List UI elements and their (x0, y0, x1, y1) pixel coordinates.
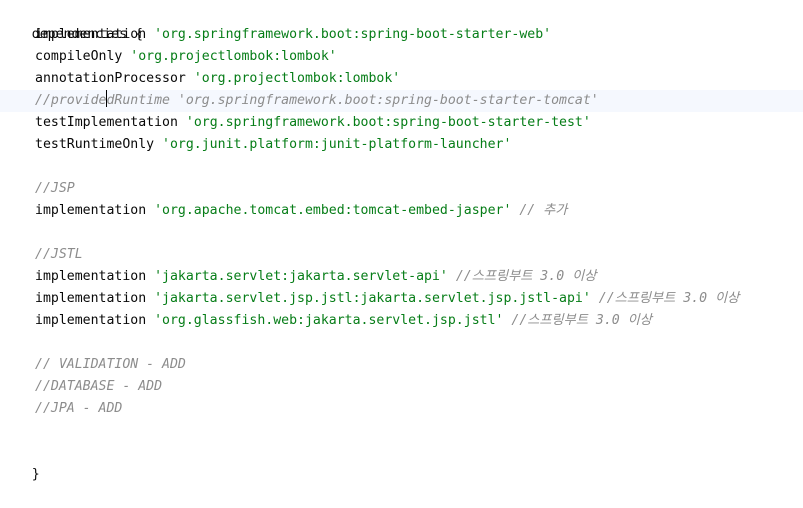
dependency-method: testImplementation (35, 115, 178, 130)
code-line[interactable]: implementation 'org.glassfish.web:jakart… (0, 310, 803, 332)
code-line[interactable]: //JSTL (0, 244, 803, 266)
code-line[interactable]: compileOnly 'org.projectlombok:lombok' (0, 46, 803, 68)
code-line[interactable]: implementation 'jakarta.servlet:jakarta.… (0, 266, 803, 288)
dependency-method: implementation (35, 27, 147, 42)
dependency-method: implementation (35, 269, 147, 284)
code-line[interactable]: annotationProcessor 'org.projectlombok:l… (0, 68, 803, 90)
code-line[interactable]: // VALIDATION - ADD (0, 354, 803, 376)
code-line[interactable]: implementation 'jakarta.servlet.jsp.jstl… (0, 288, 803, 310)
dependency-method: compileOnly (35, 49, 123, 64)
code-editor[interactable]: dependencies { implementation 'org.sprin… (0, 0, 803, 482)
code-line[interactable]: //DATABASE - ADD (0, 376, 803, 398)
line-comment: dRuntime 'org.springframework.boot:sprin… (106, 93, 599, 108)
dependency-string: 'org.junit.platform:junit-platform-launc… (162, 137, 512, 152)
dependency-method: implementation (35, 291, 147, 306)
dependency-string: 'org.projectlombok:lombok' (193, 71, 401, 86)
line-comment: // 추가 (519, 203, 568, 218)
block-close: } (31, 467, 40, 482)
code-line[interactable]: //JPA - ADD (0, 398, 803, 420)
line-comment: //스프링부트 3.0 이상 (598, 291, 740, 306)
dependency-string: 'org.springframework.boot:spring-boot-st… (154, 27, 552, 42)
dependency-method: implementation (35, 203, 147, 218)
dependency-string: 'org.glassfish.web:jakarta.servlet.jsp.j… (154, 313, 504, 328)
dependency-string: 'org.apache.tomcat.embed:tomcat-embed-ja… (154, 203, 512, 218)
line-comment: //provide (35, 93, 107, 108)
line-comment: //JSP (35, 181, 75, 196)
code-line-current[interactable]: //providedRuntime 'org.springframework.b… (0, 90, 803, 112)
dependency-string: 'org.springframework.boot:spring-boot-st… (185, 115, 591, 130)
line-comment: //JSTL (35, 247, 83, 262)
code-line[interactable]: } (0, 442, 803, 482)
dependency-method: implementation (35, 313, 147, 328)
dependency-method: annotationProcessor (35, 71, 186, 86)
code-line[interactable]: implementation 'org.apache.tomcat.embed:… (0, 200, 803, 222)
line-comment: //DATABASE - ADD (35, 379, 163, 394)
code-line[interactable]: dependencies { (0, 2, 803, 42)
dependency-string: 'jakarta.servlet:jakarta.servlet-api' (154, 269, 448, 284)
dependency-string: 'jakarta.servlet.jsp.jstl:jakarta.servle… (154, 291, 591, 306)
line-comment: //스프링부트 3.0 이상 (511, 313, 652, 328)
dependency-string: 'org.projectlombok:lombok' (130, 49, 337, 64)
code-line[interactable]: testRuntimeOnly 'org.junit.platform:juni… (0, 134, 803, 156)
line-comment: //JPA - ADD (35, 401, 123, 416)
code-line[interactable]: implementation 'org.springframework.boot… (0, 24, 803, 46)
code-line[interactable]: testImplementation 'org.springframework.… (0, 112, 803, 134)
code-line[interactable]: //JSP (0, 178, 803, 200)
line-comment: //스프링부트 3.0 이상 (455, 269, 597, 284)
dependency-method: testRuntimeOnly (35, 137, 155, 152)
line-comment: // VALIDATION - ADD (35, 357, 186, 372)
